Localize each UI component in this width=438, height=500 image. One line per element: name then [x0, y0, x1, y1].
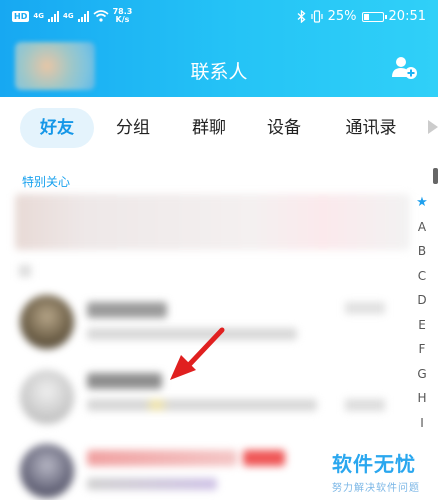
battery-percent: 25%: [327, 9, 357, 24]
app-header: HD 4G 4G 78.3 K/s 25% 20:51 联系人: [0, 0, 438, 97]
network-speed: 78.3 K/s: [113, 8, 133, 24]
index-e[interactable]: E: [412, 318, 432, 343]
contact-name: [87, 373, 162, 389]
contact-row[interactable]: [15, 365, 410, 435]
index-h[interactable]: H: [412, 391, 432, 416]
clock: 20:51: [388, 9, 426, 24]
contact-row[interactable]: [15, 290, 410, 360]
contact-row[interactable]: [15, 190, 410, 254]
contact-name: [87, 450, 237, 466]
tab-more-icon[interactable]: [428, 120, 438, 134]
contact-avatar: [20, 295, 74, 349]
tab-friends[interactable]: 好友: [20, 108, 94, 148]
signal-icon-1: [47, 10, 59, 22]
index-a[interactable]: A: [412, 220, 432, 245]
contact-avatar: [20, 370, 74, 424]
watermark: 软件无忧 努力解决软件问题: [332, 448, 420, 494]
bluetooth-icon: [297, 10, 306, 23]
blurred-contact-1: [15, 194, 410, 250]
signal-icon-2: [77, 10, 89, 22]
blurred-letter: [19, 265, 31, 277]
index-b[interactable]: B: [412, 244, 432, 269]
network-4g-1: 4G: [33, 12, 44, 20]
tab-group-chats[interactable]: 群聊: [180, 108, 238, 148]
contact-name: [87, 302, 167, 318]
tab-devices[interactable]: 设备: [255, 108, 313, 148]
contact-meta: [345, 302, 385, 314]
add-contact-icon[interactable]: [392, 56, 418, 80]
watermark-title: 软件无忧: [332, 452, 416, 476]
scrollbar-thumb[interactable]: [433, 168, 438, 184]
index-c[interactable]: C: [412, 269, 432, 294]
contact-status: [87, 399, 317, 411]
alphabet-index: ★ A B C D E F G H I: [412, 195, 432, 440]
status-bar: HD 4G 4G 78.3 K/s 25% 20:51: [0, 0, 438, 36]
contact-meta: [345, 399, 385, 411]
index-f[interactable]: F: [412, 342, 432, 367]
tab-bar: 好友 分组 群聊 设备 通讯录: [0, 108, 438, 154]
speed-unit: K/s: [115, 15, 130, 24]
battery-icon: [361, 11, 387, 22]
index-d[interactable]: D: [412, 293, 432, 318]
index-i[interactable]: I: [412, 416, 432, 441]
section-header-blurred: [15, 262, 410, 282]
contact-status: [87, 478, 217, 490]
tab-address-book[interactable]: 通讯录: [332, 108, 410, 148]
vibrate-icon: [311, 10, 323, 23]
watermark-subtitle: 努力解决软件问题: [332, 483, 420, 494]
contact-tag: [243, 450, 285, 466]
index-g[interactable]: G: [412, 367, 432, 392]
tab-groups[interactable]: 分组: [104, 108, 162, 148]
network-4g-2: 4G: [62, 12, 74, 20]
index-star[interactable]: ★: [412, 195, 432, 220]
page-title: 联系人: [190, 61, 248, 83]
contact-status: [87, 328, 297, 340]
hd-badge: HD: [12, 10, 30, 22]
section-special-care: 特别关心: [22, 175, 71, 189]
contact-avatar: [20, 444, 74, 498]
wifi-icon: [93, 10, 109, 22]
